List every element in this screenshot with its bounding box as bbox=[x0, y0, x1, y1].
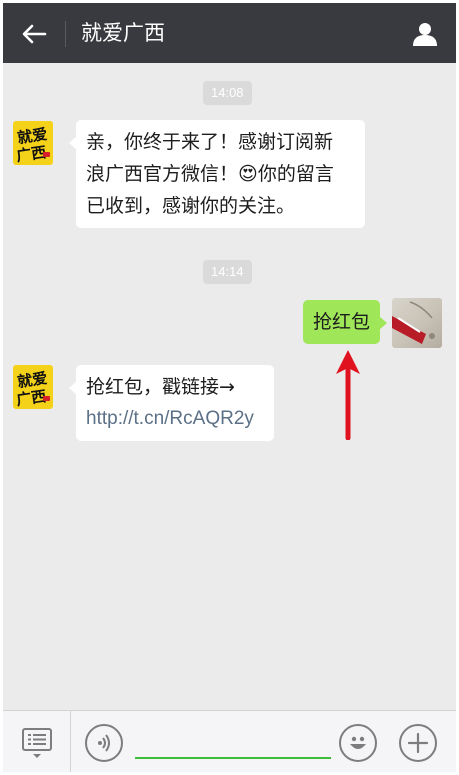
plus-icon bbox=[407, 732, 429, 754]
timestamp: 14:08 bbox=[203, 81, 252, 105]
timestamp: 14:14 bbox=[203, 260, 252, 284]
list-menu-icon bbox=[21, 728, 52, 758]
more-button[interactable] bbox=[399, 724, 437, 762]
menu-toggle-button[interactable] bbox=[3, 711, 71, 772]
chat-info-button[interactable] bbox=[408, 17, 442, 51]
svg-text:广西: 广西 bbox=[15, 143, 47, 165]
message-line: 抢红包，戳链接→ bbox=[86, 376, 235, 398]
message-link[interactable]: http://t.cn/RcAQR2y bbox=[86, 403, 264, 435]
avatar[interactable]: 就爱 广西 bbox=[13, 121, 53, 165]
emoji-button[interactable] bbox=[339, 724, 377, 762]
title-divider bbox=[65, 21, 66, 47]
voice-button[interactable] bbox=[85, 724, 123, 762]
annotation-arrow bbox=[336, 350, 360, 440]
avatar[interactable]: 就爱 广西 bbox=[13, 365, 53, 409]
received-message: 抢红包，戳链接→ http://t.cn/RcAQR2y bbox=[69, 365, 274, 441]
message-line: 亲，你终于来了！感谢订阅新 bbox=[86, 131, 334, 153]
back-arrow-icon bbox=[22, 24, 47, 44]
smiley-emoji: 😍 bbox=[238, 163, 258, 185]
input-bar bbox=[3, 710, 456, 772]
received-message: 亲，你终于来了！感谢订阅新 浪广西官方微信！😍你的留言 已收到，感谢你的关注。 bbox=[69, 120, 365, 228]
header-bar: 就爱广西 bbox=[3, 3, 456, 63]
message-line: 浪广西官方微信！😍你的留言 bbox=[86, 163, 334, 185]
svg-text:广西: 广西 bbox=[15, 387, 47, 409]
message-line: 已收到，感谢你的关注。 bbox=[86, 195, 296, 217]
message-input[interactable] bbox=[135, 725, 331, 759]
person-icon bbox=[413, 23, 437, 46]
smiley-icon bbox=[350, 736, 366, 749]
message-text: 抢红包 bbox=[313, 311, 371, 333]
voice-icon bbox=[98, 734, 110, 752]
back-button[interactable] bbox=[17, 17, 51, 51]
sent-message: 抢红包 bbox=[303, 300, 388, 344]
chat-window: 就爱广西 14:08 就爱 广西 亲，你终于来了！感谢订阅新 浪广西官方微信！😍… bbox=[3, 3, 456, 772]
page-title: 就爱广西 bbox=[81, 21, 165, 45]
avatar[interactable] bbox=[392, 298, 442, 348]
